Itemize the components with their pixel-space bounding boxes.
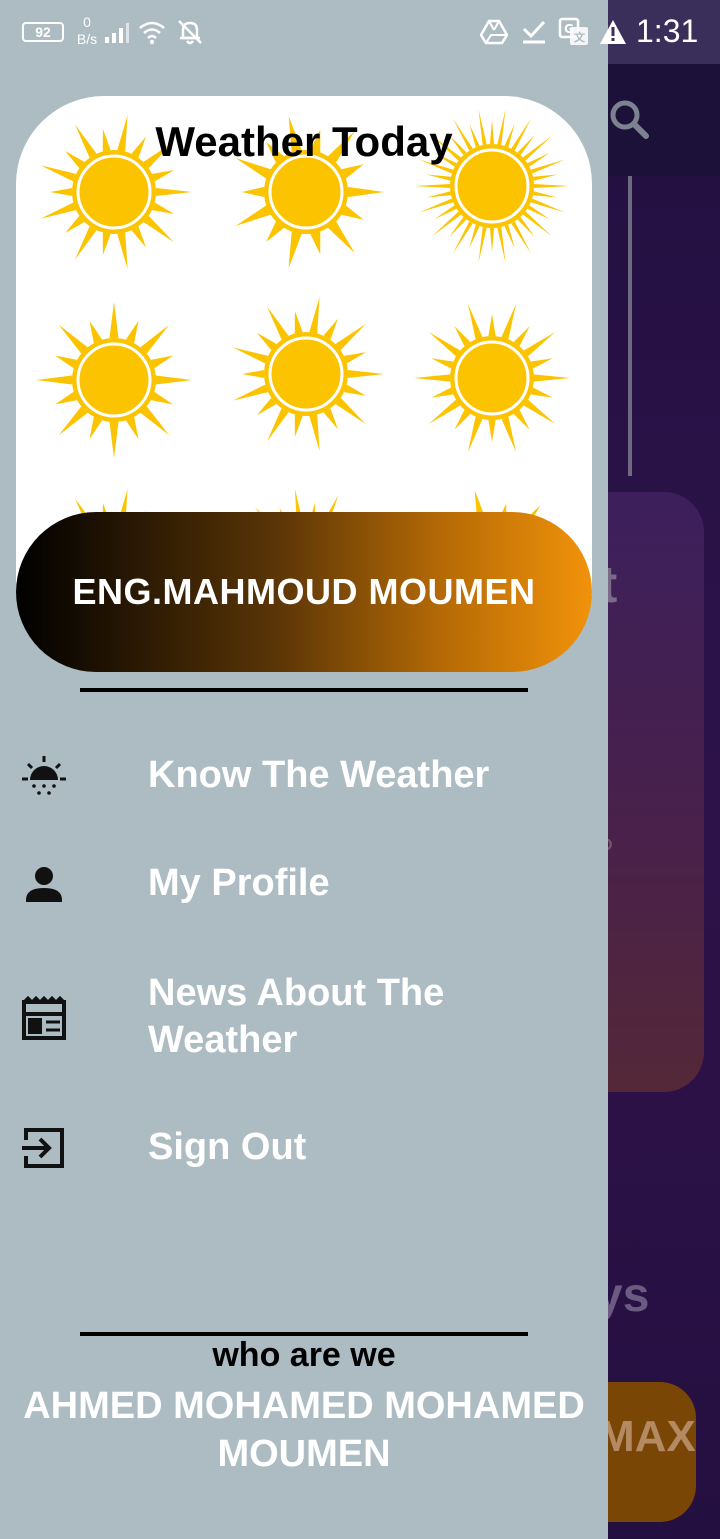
network-speed-value: 0	[83, 14, 91, 30]
svg-text:G: G	[564, 22, 574, 36]
network-speed: 0 B/s	[72, 14, 102, 48]
menu-item-news-about-the-weather[interactable]: News About The Weather	[0, 964, 608, 1074]
sun-icon	[36, 302, 192, 458]
menu-label-sign-out: Sign Out	[148, 1126, 307, 1168]
menu-item-sign-out[interactable]: Sign Out	[0, 1116, 608, 1180]
signal-icon	[105, 23, 129, 43]
warning-icon	[600, 20, 626, 44]
menu-label-news-about-the-weather: News About The Weather	[148, 972, 445, 1061]
search-icon[interactable]	[608, 98, 652, 142]
wifi-icon	[139, 21, 165, 45]
background-scrollbar	[628, 176, 632, 476]
translate-icon: G 文	[558, 17, 588, 45]
newspaper-icon	[22, 996, 66, 1040]
about-us-title: who are we	[212, 1336, 396, 1374]
weather-sunset-icon	[22, 756, 66, 795]
status-clock: 1:31	[636, 13, 699, 49]
user-name-banner: ENG.MAHMOUD MOUMEN	[16, 512, 592, 672]
background-max-text: MAX	[598, 1412, 696, 1461]
notifications-off-icon	[178, 20, 202, 45]
download-done-icon	[522, 20, 546, 44]
sun-icon	[232, 297, 384, 451]
menu-item-know-the-weather[interactable]: Know The Weather	[0, 744, 608, 808]
about-us-names: AHMED MOHAMED MOHAMED MOUMEN	[23, 1385, 585, 1475]
status-bar: 92 0 B/s G 文 1:31	[0, 0, 720, 64]
menu-label-my-profile: My Profile	[148, 862, 330, 904]
drawer-divider-top	[80, 688, 528, 692]
drive-icon	[480, 19, 508, 45]
menu-label-know-the-weather: Know The Weather	[148, 754, 490, 796]
user-name: ENG.MAHMOUD MOUMEN	[72, 571, 536, 612]
person-icon	[26, 867, 62, 902]
navigation-drawer: Weather Today ENG.MAHMOUD MOUMEN Know Th…	[0, 64, 608, 1539]
svg-text:文: 文	[574, 30, 586, 44]
drawer-header-title: Weather Today	[155, 118, 453, 165]
sun-icon	[414, 303, 570, 453]
battery-level: 92	[35, 24, 51, 40]
exit-icon	[22, 1128, 64, 1168]
network-speed-unit: B/s	[76, 31, 98, 47]
menu-item-my-profile[interactable]: My Profile	[0, 852, 608, 916]
